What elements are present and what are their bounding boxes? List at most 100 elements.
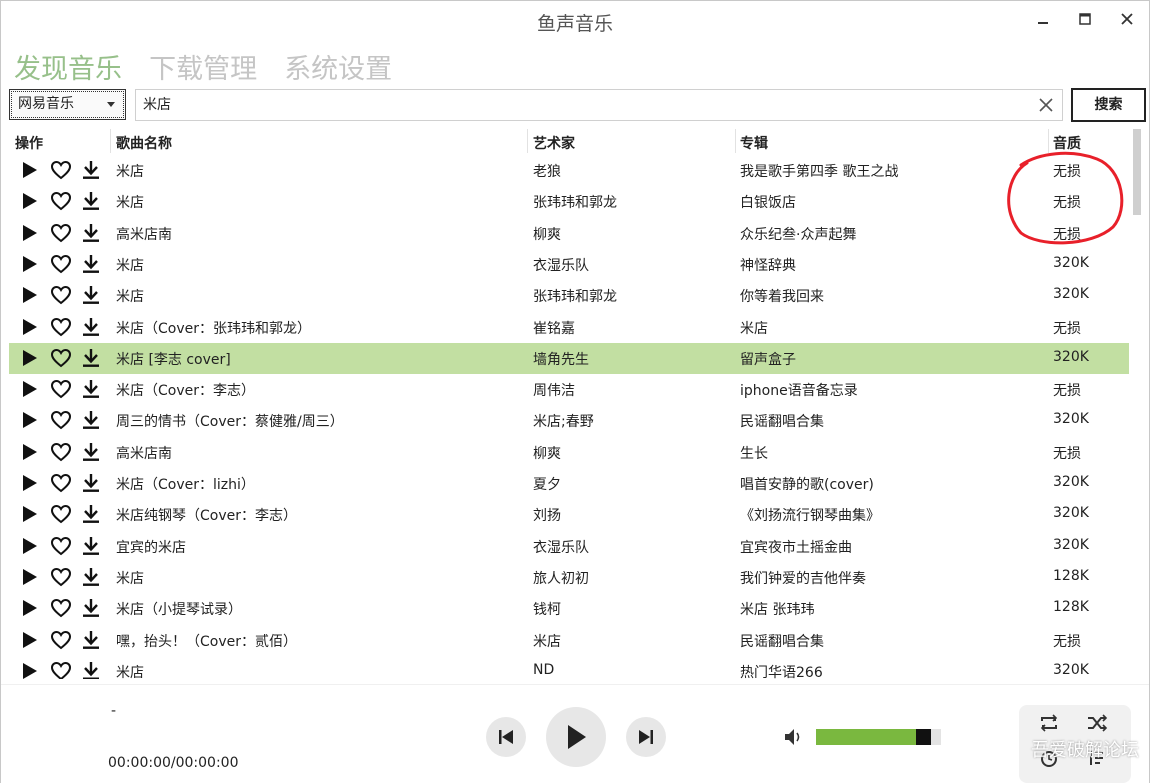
play-icon[interactable] [18,535,40,557]
heart-icon[interactable] [50,441,72,463]
heart-icon[interactable] [50,409,72,431]
song-row[interactable]: 米店 衣湿乐队 神怪辞典 320K [9,249,1129,280]
song-row[interactable]: 米店 旅人初初 我们钟爱的吉他伴奏 128K [9,562,1129,593]
play-icon[interactable] [18,660,40,679]
song-row[interactable]: 米店 老狼 我是歌手第四季 歌王之战 无损 [9,155,1129,186]
heart-icon[interactable] [50,347,72,369]
column-header-ops[interactable]: 操作 [15,133,43,153]
search-button[interactable]: 搜索 [1071,88,1146,122]
song-artist: 钱柯 [533,602,561,619]
search-input[interactable]: 米店 [135,89,1063,121]
download-icon[interactable] [80,566,102,588]
volume-icon[interactable] [782,725,806,753]
column-header-album[interactable]: 专辑 [740,133,768,153]
tab-system-settings[interactable]: 系统设置 [284,54,392,85]
heart-icon[interactable] [50,159,72,181]
download-icon[interactable] [80,190,102,212]
play-icon[interactable] [18,347,40,369]
title-bar[interactable]: 鱼声音乐 [1,1,1149,41]
heart-icon[interactable] [50,222,72,244]
song-row[interactable]: 嘿，抬头！（Cover：贰佰） 米店 民谣翻唱合集 无损 [9,625,1129,656]
play-icon[interactable] [18,316,40,338]
song-row[interactable]: 高米店南 柳爽 生长 无损 [9,437,1129,468]
source-select[interactable]: 网易音乐 [9,89,126,120]
heart-icon[interactable] [50,503,72,525]
close-button[interactable] [1115,9,1139,33]
download-icon[interactable] [80,222,102,244]
song-quality: 320K [1053,536,1089,553]
play-icon[interactable] [18,409,40,431]
song-album: 《刘扬流行钢琴曲集》 [740,508,880,525]
play-icon[interactable] [18,378,40,400]
maximize-button[interactable] [1073,9,1097,33]
song-row[interactable]: 米店（Cover：张玮玮和郭龙） 崔铭嘉 米店 无损 [9,312,1129,343]
song-row[interactable]: 米店（Cover：李志） 周伟洁 iphone语音备忘录 无损 [9,374,1129,405]
minimize-button[interactable] [1031,9,1055,33]
play-icon[interactable] [18,253,40,275]
heart-icon[interactable] [50,597,72,619]
heart-icon[interactable] [50,660,72,679]
play-icon[interactable] [18,566,40,588]
song-row[interactable]: 米店（Cover：lizhi） 夏夕 唱首安静的歌(cover) 320K [9,468,1129,499]
song-artist: 柳爽 [533,445,561,462]
shuffle-icon[interactable] [1086,712,1108,734]
song-album: 众乐纪叁·众声起舞 [740,226,857,243]
play-icon[interactable] [18,284,40,306]
play-icon [568,725,586,749]
song-row[interactable]: 米店 张玮玮和郭龙 白银饭店 无损 [9,186,1129,217]
download-icon[interactable] [80,629,102,651]
repeat-icon[interactable] [1038,712,1060,734]
heart-icon[interactable] [50,629,72,651]
play-icon[interactable] [18,597,40,619]
heart-icon[interactable] [50,378,72,400]
column-header-artist[interactable]: 艺术家 [533,133,575,153]
download-icon[interactable] [80,284,102,306]
scrollbar-thumb[interactable] [1133,129,1141,215]
song-artist: 衣湿乐队 [533,257,589,274]
song-row[interactable]: 周三的情书（Cover：蔡健雅/周三） 米店;春野 民谣翻唱合集 320K [9,405,1129,436]
download-icon[interactable] [80,316,102,338]
download-icon[interactable] [80,378,102,400]
play-icon[interactable] [18,441,40,463]
download-icon[interactable] [80,597,102,619]
download-icon[interactable] [80,503,102,525]
download-icon[interactable] [80,409,102,431]
heart-icon[interactable] [50,284,72,306]
download-icon[interactable] [80,441,102,463]
song-row[interactable]: 米店（小提琴试录） 钱柯 米店 张玮玮 128K [9,593,1129,624]
song-row[interactable]: 米店纯钢琴（Cover：李志） 刘扬 《刘扬流行钢琴曲集》 320K [9,499,1129,530]
volume-slider-knob[interactable] [916,729,931,745]
download-icon[interactable] [80,535,102,557]
play-icon[interactable] [18,159,40,181]
previous-button[interactable] [486,717,526,757]
tab-download-manager[interactable]: 下载管理 [149,54,257,85]
song-row[interactable]: 米店 张玮玮和郭龙 你等着我回来 320K [9,280,1129,311]
download-icon[interactable] [80,347,102,369]
column-header-name[interactable]: 歌曲名称 [116,133,172,153]
song-artist: 张玮玮和郭龙 [533,195,617,212]
tab-discover-music[interactable]: 发现音乐 [14,54,122,85]
download-icon[interactable] [80,472,102,494]
song-row[interactable]: 宜宾的米店 衣湿乐队 宜宾夜市土摇金曲 320K [9,531,1129,562]
play-icon[interactable] [18,503,40,525]
heart-icon[interactable] [50,535,72,557]
song-row[interactable]: 米店 ND 热门华语266 320K [9,656,1129,679]
play-icon[interactable] [18,222,40,244]
heart-icon[interactable] [50,316,72,338]
song-row[interactable]: 米店 [李志 cover] 墙角先生 留声盒子 320K [9,342,1129,374]
song-row[interactable]: 高米店南 柳爽 众乐纪叁·众声起舞 无损 [9,218,1129,249]
clear-icon[interactable] [1038,90,1054,130]
play-button[interactable] [546,707,606,767]
heart-icon[interactable] [50,472,72,494]
play-icon[interactable] [18,472,40,494]
volume-slider[interactable] [816,729,941,745]
next-button[interactable] [626,717,666,757]
download-icon[interactable] [80,159,102,181]
heart-icon[interactable] [50,566,72,588]
download-icon[interactable] [80,253,102,275]
heart-icon[interactable] [50,253,72,275]
download-icon[interactable] [80,660,102,679]
play-icon[interactable] [18,629,40,651]
play-icon[interactable] [18,190,40,212]
heart-icon[interactable] [50,190,72,212]
